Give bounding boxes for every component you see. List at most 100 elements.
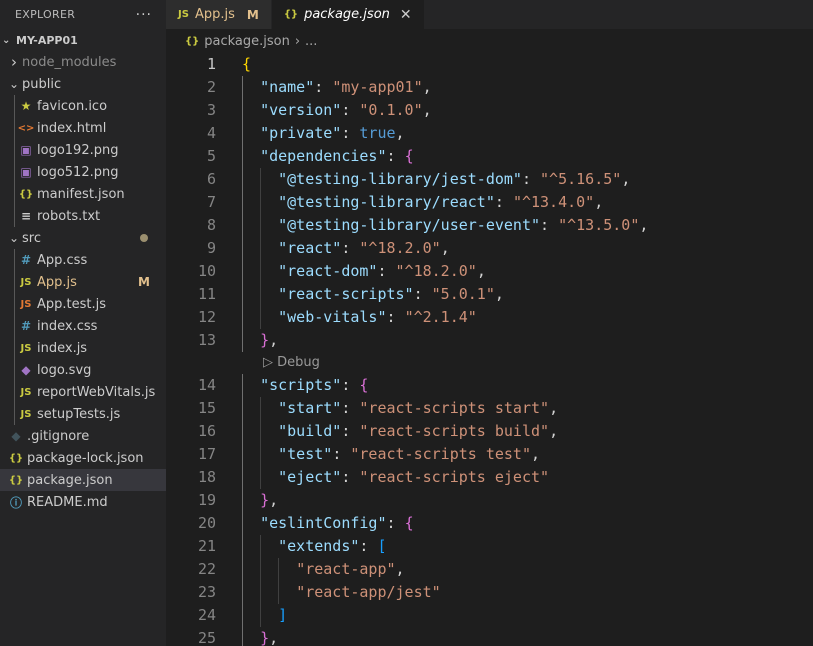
tree-file[interactable]: JS reportWebVitals.js (0, 381, 166, 403)
tree-file[interactable]: {} manifest.json (0, 183, 166, 205)
code-line: 2 "name": "my-app01", (166, 76, 813, 99)
tab-app-js[interactable]: JS App.js M (166, 0, 272, 29)
code-token: "eslintConfig" (260, 514, 387, 532)
code-token: , (269, 629, 279, 646)
tree-item-label: index.css (37, 318, 98, 334)
code-line: 3 "version": "0.1.0", (166, 99, 813, 122)
tree-folder[interactable]: ⌄ src (0, 227, 166, 249)
indent-guide (260, 466, 262, 489)
indent-guide (14, 359, 15, 381)
tree-file[interactable]: ◆ logo.svg (0, 359, 166, 381)
indent-guide (14, 403, 15, 425)
line-number: 18 (197, 468, 216, 486)
tree-item-label: public (22, 76, 62, 92)
tree-item-label: package.json (27, 472, 113, 488)
tree-folder[interactable]: › node_modules (0, 51, 166, 73)
tree-file[interactable]: ▣ logo512.png (0, 161, 166, 183)
indent-guide (242, 122, 243, 145)
tree-file[interactable]: ★ favicon.ico (0, 95, 166, 117)
indent-guide (14, 95, 15, 117)
close-icon[interactable]: ✕ (400, 7, 412, 23)
code-token: "5.0.1" (431, 285, 495, 303)
code-token: : (413, 285, 432, 303)
tree-file[interactable]: JS App.test.js (0, 293, 166, 315)
tree-file[interactable]: ≡ robots.txt (0, 205, 166, 227)
line-number: 7 (206, 193, 216, 211)
js-icon: JS (20, 342, 32, 354)
line-number: 21 (197, 537, 216, 555)
code-text: "react-scripts": "5.0.1", (216, 283, 504, 306)
explorer-header: EXPLORER ··· (0, 0, 166, 29)
code-token: "react-dom" (278, 262, 378, 280)
tree-file[interactable]: ◆ .gitignore (0, 425, 166, 447)
chevron-down-icon: ⌄ (8, 77, 20, 91)
code-token: "^18.2.0" (359, 239, 441, 257)
breadcrumb-rest[interactable]: ... (305, 34, 317, 49)
debug-codelens[interactable]: ▷ Debug (166, 352, 813, 374)
indent-guide (242, 512, 243, 535)
code-token: ] (278, 606, 288, 624)
tree-file[interactable]: {} package.json (0, 469, 166, 491)
tree-file[interactable]: ⓘ README.md (0, 491, 166, 513)
code-line: 17 "test": "react-scripts test", (166, 443, 813, 466)
indent-guide (14, 271, 15, 293)
tree-file[interactable]: JS setupTests.js (0, 403, 166, 425)
code-token: { (359, 376, 369, 394)
indent-guide (242, 604, 243, 627)
code-line: 19 }, (166, 489, 813, 512)
breadcrumb-file[interactable]: package.json (204, 34, 290, 49)
tree-item-label: App.js (37, 274, 77, 290)
tree-file[interactable]: JS App.js M (0, 271, 166, 293)
code-token: "dependencies" (260, 147, 387, 165)
tree-item-label: reportWebVitals.js (37, 384, 156, 400)
code-token: { (242, 55, 252, 73)
line-number: 12 (197, 308, 216, 326)
code-line: 18 "eject": "react-scripts eject" (166, 466, 813, 489)
chevron-down-icon: ⌄ (2, 34, 11, 46)
indent-guide (260, 283, 262, 306)
code-token: "react-scripts test" (350, 445, 531, 463)
code-token: { (404, 514, 414, 532)
tree-file[interactable]: # index.css (0, 315, 166, 337)
tree-folder[interactable]: ⌄ public (0, 73, 166, 95)
code-token: , (422, 101, 432, 119)
indent-guide (14, 381, 15, 403)
tree-file[interactable]: {} package-lock.json (0, 447, 166, 469)
json-icon: {} (8, 452, 24, 464)
code-line: 15 "start": "react-scripts start", (166, 397, 813, 420)
more-actions-icon[interactable]: ··· (136, 7, 152, 23)
tree-file[interactable]: ▣ logo192.png (0, 139, 166, 161)
project-folder-header[interactable]: ⌄ MY-APP01 (0, 29, 166, 51)
line-number: 13 (197, 331, 216, 349)
json-icon: {} (18, 188, 34, 200)
tree-file[interactable]: # App.css (0, 249, 166, 271)
tree-item-label: App.test.js (37, 296, 107, 312)
code-text: "test": "react-scripts test", (216, 443, 540, 466)
tree-file[interactable]: JS index.js (0, 337, 166, 359)
code-text: }, (216, 329, 278, 352)
code-text: "react-dom": "^18.2.0", (216, 260, 486, 283)
js-icon: JS (20, 276, 32, 288)
indent-guide (14, 293, 15, 315)
chevron-right-icon: › (11, 53, 17, 71)
explorer-title: EXPLORER (15, 8, 76, 21)
code-line: 20 "eslintConfig": { (166, 512, 813, 535)
tree-file[interactable]: <> index.html (0, 117, 166, 139)
indent-guide (260, 237, 262, 260)
line-number: 11 (197, 285, 216, 303)
code-token: "react-scripts start" (359, 399, 550, 417)
tab-package-json[interactable]: {} package.json ✕ (271, 0, 425, 29)
code-token: : (341, 422, 360, 440)
code-token: : (359, 537, 378, 555)
code-lines: 1{2 "name": "my-app01", 3 "version": "0.1… (166, 53, 813, 646)
indent-guide (242, 191, 243, 214)
tree-item-label: robots.txt (37, 208, 101, 224)
indent-guide (242, 260, 243, 283)
code-line: 13 }, (166, 329, 813, 352)
code-editor[interactable]: 1{2 "name": "my-app01", 3 "version": "0.1… (166, 53, 813, 646)
chevron-down-icon: ⌄ (8, 231, 20, 245)
